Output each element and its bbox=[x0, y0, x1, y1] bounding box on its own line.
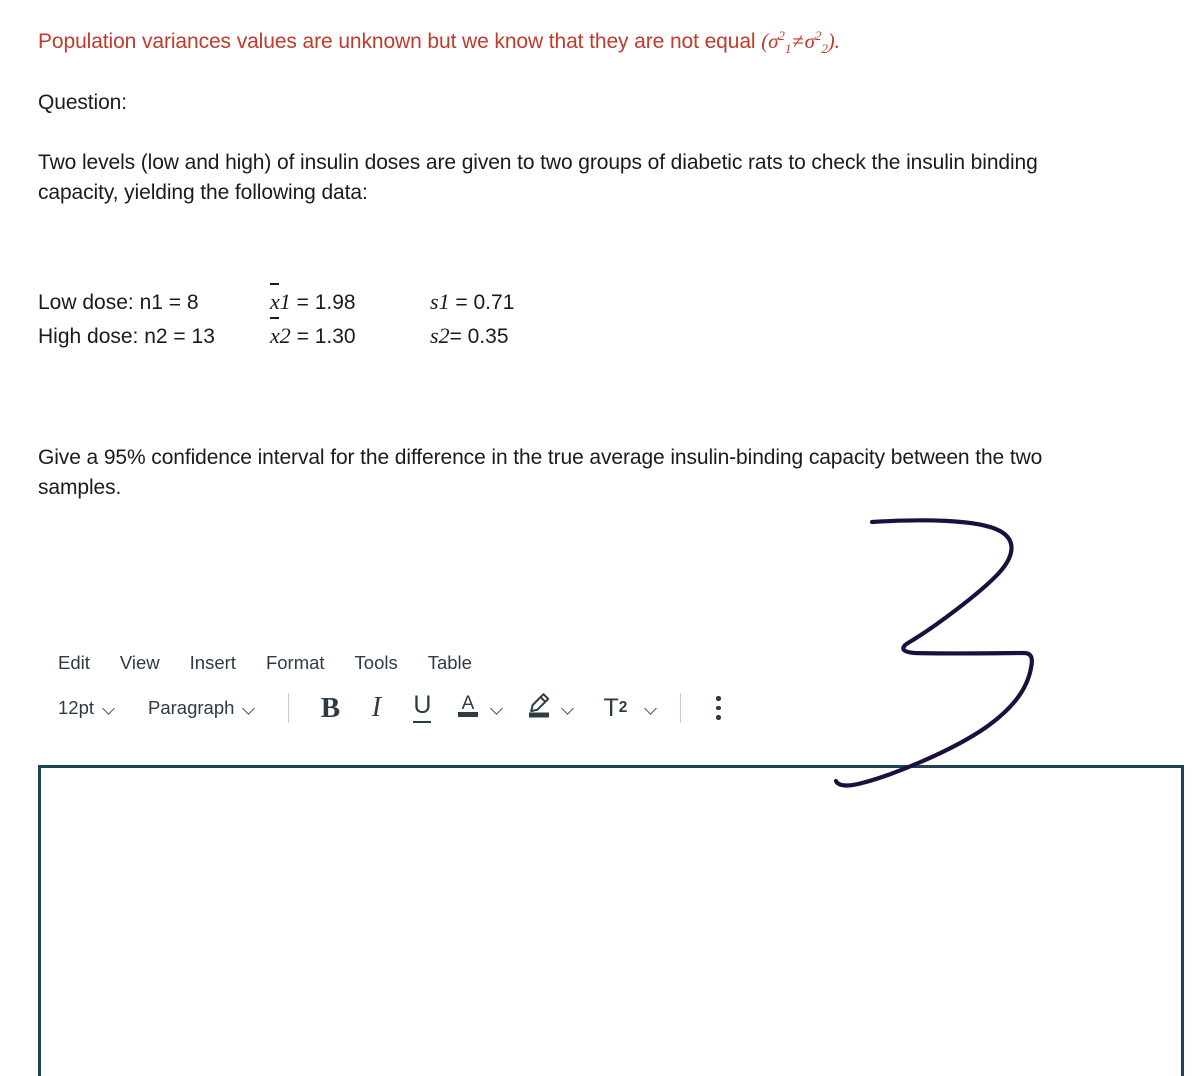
text-color-icon: A bbox=[455, 691, 481, 726]
underline-button[interactable]: U bbox=[399, 688, 445, 728]
x-bar-1-subscript: 1 bbox=[279, 289, 291, 314]
highlighter-icon bbox=[524, 691, 552, 726]
question-label: Question: bbox=[38, 91, 127, 114]
low-dose-label: Low dose: n1 = 8 bbox=[38, 291, 199, 314]
font-size-value: 12pt bbox=[58, 697, 95, 718]
toolbar-divider bbox=[680, 693, 682, 723]
high-dose-mean: x2 = 1.30 bbox=[270, 317, 430, 353]
intro-paragraph: Two levels (low and high) of insulin dos… bbox=[38, 151, 1038, 205]
high-dose-sd: s2= 0.35 bbox=[430, 319, 590, 353]
s-2-symbol: s bbox=[430, 322, 439, 348]
superscript-base: T bbox=[603, 693, 619, 722]
menu-item-format[interactable]: Format bbox=[266, 652, 325, 674]
chevron-down-icon[interactable] bbox=[562, 704, 575, 712]
data-summary: Low dose: n1 = 8 x1 = 1.98 s1 = 0.71 Hig… bbox=[38, 283, 590, 353]
menu-item-table[interactable]: Table bbox=[428, 652, 472, 674]
more-options-icon[interactable] bbox=[699, 688, 737, 728]
kebab-dot bbox=[716, 696, 721, 701]
rich-content-editor: Edit View Insert Format Tools Table 12pt… bbox=[38, 645, 1184, 735]
text-color-control[interactable]: A bbox=[455, 691, 504, 726]
superscript-exponent: 2 bbox=[618, 699, 628, 717]
variance-note-math: (σ21≠σ22). bbox=[761, 28, 840, 56]
menu-item-view[interactable]: View bbox=[120, 652, 160, 674]
data-row: High dose: n2 = 13 x2 = 1.30 s2= 0.35 bbox=[38, 317, 590, 353]
highlight-color-control[interactable] bbox=[524, 691, 575, 726]
sigma-2: σ bbox=[804, 29, 815, 53]
high-dose-sd-value: = 0.35 bbox=[449, 324, 509, 348]
assignment-page: Population variances values are unknown … bbox=[0, 0, 1200, 1076]
s-1-symbol: s bbox=[430, 289, 439, 314]
superscript-icon: T2 bbox=[595, 688, 635, 728]
block-format-value: Paragraph bbox=[148, 697, 235, 718]
high-dose-mean-value: = 1.30 bbox=[296, 324, 356, 348]
menu-item-edit[interactable]: Edit bbox=[58, 652, 90, 674]
not-equal-symbol: ≠ bbox=[792, 29, 804, 53]
confidence-interval-paragraph: Give a 95% confidence interval for the d… bbox=[38, 446, 1043, 500]
s-1-subscript: 1 bbox=[438, 289, 450, 314]
chevron-down-icon[interactable] bbox=[491, 704, 504, 712]
editor-toolbar: 12pt Paragraph B I U A T 2 bbox=[38, 681, 1184, 735]
bold-button[interactable]: B bbox=[307, 688, 353, 728]
underline-glyph: U bbox=[413, 693, 432, 723]
editor-text-area[interactable] bbox=[38, 765, 1184, 1076]
variance-note-text: Population variances values are unknown … bbox=[38, 30, 756, 53]
variance-note: Population variances values are unknown … bbox=[38, 26, 1160, 59]
math-close-paren: ). bbox=[827, 29, 840, 53]
low-dose-sd-value: = 0.71 bbox=[455, 291, 515, 314]
kebab-dot bbox=[716, 715, 721, 720]
sigma-1: σ bbox=[768, 29, 779, 53]
x-bar-2-symbol: x bbox=[270, 317, 280, 352]
low-dose-mean-value: = 1.98 bbox=[296, 291, 356, 314]
svg-text:A: A bbox=[462, 693, 475, 714]
low-dose-mean: x1 = 1.98 bbox=[270, 283, 430, 319]
font-size-dropdown[interactable]: 12pt bbox=[58, 697, 130, 719]
toolbar-divider bbox=[288, 693, 290, 723]
kebab-dot bbox=[716, 705, 721, 711]
x-bar-1-symbol: x bbox=[270, 283, 280, 318]
chevron-down-icon[interactable] bbox=[645, 704, 658, 712]
high-dose-label: High dose: n2 = 13 bbox=[38, 324, 215, 348]
data-row: Low dose: n1 = 8 x1 = 1.98 s1 = 0.71 bbox=[38, 283, 590, 319]
menu-item-tools[interactable]: Tools bbox=[355, 652, 398, 674]
superscript-control[interactable]: T2 bbox=[595, 688, 658, 728]
chevron-down-icon bbox=[243, 704, 256, 712]
x-bar-2-subscript: 2 bbox=[279, 322, 291, 348]
s-2-subscript: 2 bbox=[438, 322, 450, 348]
block-format-dropdown[interactable]: Paragraph bbox=[130, 697, 270, 719]
chevron-down-icon bbox=[103, 704, 116, 712]
menu-item-insert[interactable]: Insert bbox=[190, 652, 236, 674]
editor-menubar: Edit View Insert Format Tools Table bbox=[38, 645, 1184, 681]
italic-button[interactable]: I bbox=[353, 688, 399, 728]
low-dose-sd: s1 = 0.71 bbox=[430, 285, 590, 319]
